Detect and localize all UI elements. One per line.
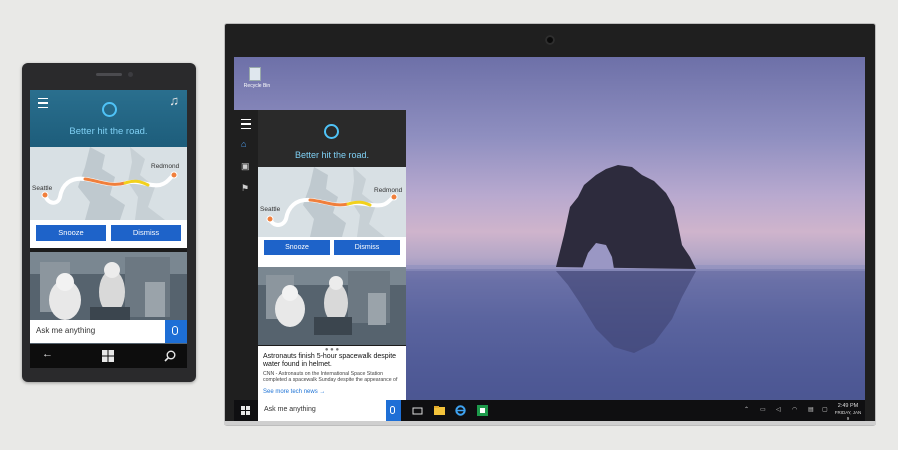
card-actions: Snooze Dismiss [30,220,187,248]
back-arrow-icon[interactable]: ← [42,349,53,360]
news-article-card[interactable]: ● ● ● Astronauts finish 5-hour spacewalk… [258,346,406,400]
astronaut-photo-graphic [258,267,406,345]
laptop-base [224,421,876,425]
card-actions: Snooze Dismiss [258,237,406,267]
phone-device: ♫ Better hit the road. Seattle Redmond S… [22,63,196,382]
action-center-icon[interactable]: ▢ [822,407,828,413]
notebook-icon[interactable]: ▣ [241,162,250,171]
see-more-link[interactable]: See more tech news → [263,389,325,395]
volume-icon[interactable]: ◁ [776,407,781,413]
news-headline[interactable]: Astronauts finish 5-hour spacewalk despi… [263,353,403,369]
file-explorer-icon[interactable] [434,405,445,416]
route-map-graphic [30,147,187,220]
start-button-windows-icon[interactable] [241,406,250,415]
recycle-bin-icon [249,67,261,81]
microphone-icon [390,406,395,414]
dismiss-button[interactable]: Dismiss [111,225,181,241]
internet-explorer-icon[interactable] [455,405,466,416]
task-view-icon[interactable] [412,405,423,416]
phone-nav-bar: ← [30,344,187,368]
windows-logo-icon[interactable] [102,350,114,362]
clock-date: FRIDAY, JAN 9 [834,410,862,421]
hamburger-menu-icon[interactable] [38,98,48,108]
phone-speaker [96,73,122,76]
laptop-webcam [545,35,555,45]
microphone-button[interactable] [386,400,401,421]
search-input[interactable]: Ask me anything [264,406,316,413]
taskbar: Ask me anything ⌃ ▭ ◁ ◠ ▤ ▢ 2:49 PM FRID… [234,400,865,421]
phone-screen: ♫ Better hit the road. Seattle Redmond S… [30,90,187,368]
desktop[interactable]: Recycle Bin ⌂ ▣ ⚑ Better hit the road. S… [234,57,865,421]
origin-label: Seattle [32,185,53,192]
clock-time: 2:49 PM [837,403,859,409]
phone-search-bar[interactable]: Ask me anything [30,320,187,343]
microphone-button[interactable] [165,320,187,343]
phone-camera [128,72,133,77]
news-summary: CNN - Astronauts on the International Sp… [263,371,398,383]
start-menu-rail: ⌂ ▣ ⚑ [234,110,258,400]
start-menu: ⌂ ▣ ⚑ Better hit the road. Seattle Redmo… [234,110,406,400]
dismiss-button[interactable]: Dismiss [334,240,400,255]
traffic-map[interactable]: Seattle Redmond [30,147,187,220]
cortana-greeting: Better hit the road. [294,150,370,160]
cortana-panel: Better hit the road. Seattle Redmond Sno… [258,110,406,400]
destination-label: Redmond [374,187,403,194]
cortana-icon[interactable] [102,102,117,117]
system-tray-expand-icon[interactable]: ⌃ [744,407,749,413]
origin-label: Seattle [260,206,281,213]
news-photo[interactable] [258,267,406,345]
cortana-icon[interactable] [324,124,339,139]
traffic-map[interactable]: Seattle Redmond [258,167,406,237]
battery-icon[interactable]: ▭ [760,407,766,413]
microphone-icon [172,326,178,335]
route-map-graphic [258,167,406,237]
search-icon[interactable] [164,350,176,362]
cortana-greeting: Better hit the road. [69,126,148,137]
snooze-button[interactable]: Snooze [264,240,330,255]
cortana-header: Better hit the road. [258,110,406,167]
cortana-header: ♫ Better hit the road. [30,90,187,147]
feedback-flag-icon[interactable]: ⚑ [241,184,249,193]
taskbar-clock[interactable]: 2:49 PM FRIDAY, JAN 9 [833,403,863,421]
search-input[interactable]: Ask me anything [36,326,95,335]
laptop-device: Recycle Bin ⌂ ▣ ⚑ Better hit the road. S… [224,23,876,426]
home-icon[interactable]: ⌂ [241,140,246,149]
destination-label: Redmond [151,163,180,170]
hamburger-menu-icon[interactable] [241,119,251,129]
taskbar-search-bar[interactable]: Ask me anything [258,400,401,421]
store-app-icon[interactable] [477,405,488,416]
keyboard-icon[interactable]: ▤ [808,407,814,413]
snooze-button[interactable]: Snooze [36,225,106,241]
music-note-icon[interactable]: ♫ [169,94,179,107]
recycle-bin-label: Recycle Bin [243,83,271,89]
wifi-icon[interactable]: ◠ [792,407,797,413]
